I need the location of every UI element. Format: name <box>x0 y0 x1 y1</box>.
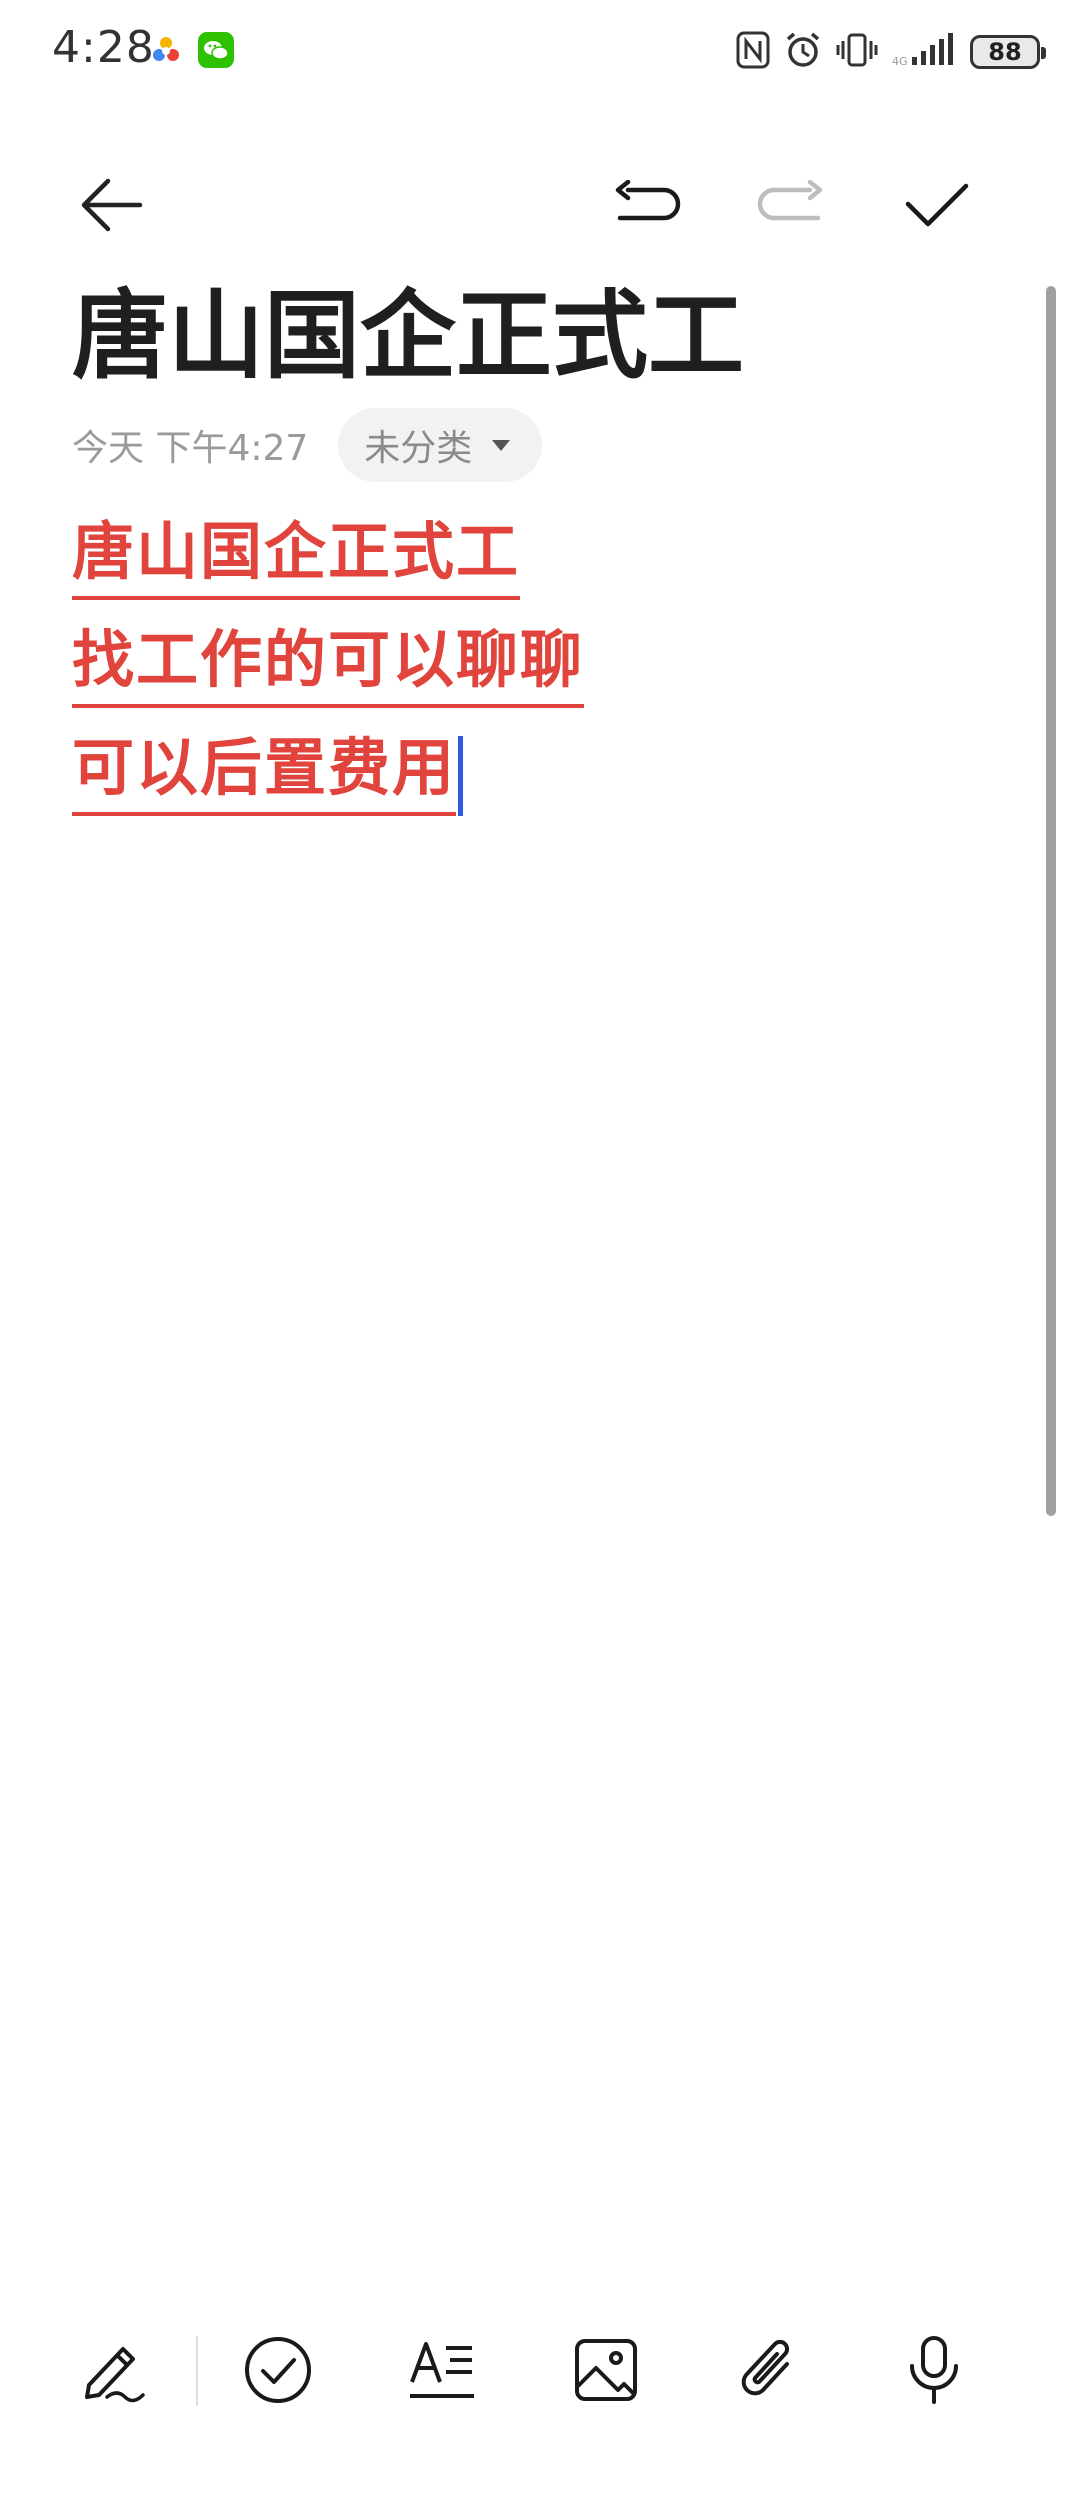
text-format-button[interactable] <box>392 2320 492 2420</box>
done-button[interactable] <box>892 160 982 250</box>
signal-icon: 4G <box>892 31 956 73</box>
status-time: 4:28 <box>52 22 155 73</box>
status-bar: 4:28 4G 88 <box>0 0 1080 110</box>
attachment-icon <box>741 2339 790 2396</box>
note-title[interactable]: 唐山国企正式工 <box>72 276 744 396</box>
alarm-icon <box>784 31 822 73</box>
insert-image-button[interactable] <box>556 2320 656 2420</box>
note-date: 今天 下午4:27 <box>72 428 309 469</box>
body-line-text: 可以后置费用 <box>72 726 457 816</box>
redo-icon <box>757 180 823 221</box>
attachment-button[interactable] <box>720 2320 820 2420</box>
wechat-icon <box>198 32 234 72</box>
battery-indicator: 88 <box>970 35 1046 69</box>
body-line-text: 找工作的可以聊聊 <box>72 618 585 708</box>
text-cursor <box>458 736 464 816</box>
editor-toolbar <box>0 150 1080 260</box>
undo-button[interactable] <box>602 160 692 250</box>
body-line: 可以后置费用 <box>72 726 972 834</box>
checklist-icon <box>245 2337 311 2403</box>
app-notification-icon <box>150 34 182 70</box>
status-right-group: 4G 88 <box>736 28 1046 76</box>
svg-text:4G: 4G <box>892 55 908 68</box>
checklist-button[interactable] <box>228 2320 328 2420</box>
chevron-down-icon <box>492 440 511 451</box>
handwriting-button[interactable] <box>62 2320 162 2420</box>
text-format-icon <box>410 2342 474 2398</box>
category-label: 未分类 <box>364 428 473 469</box>
check-icon <box>905 183 969 227</box>
redo-button[interactable] <box>746 160 836 250</box>
toolbar-divider <box>196 2336 198 2406</box>
scrollbar[interactable] <box>1046 286 1056 1516</box>
note-meta: 今天 下午4:27 未分类 <box>72 408 543 482</box>
vibrate-icon <box>836 31 878 73</box>
handwriting-icon <box>85 2347 145 2403</box>
image-icon <box>575 2339 637 2401</box>
body-line: 唐山国企正式工 <box>72 510 972 618</box>
body-line-text: 唐山国企正式工 <box>72 510 521 600</box>
back-button[interactable] <box>66 160 156 250</box>
nfc-icon <box>736 31 770 73</box>
category-dropdown[interactable]: 未分类 <box>338 408 543 482</box>
bottom-toolbar <box>0 2300 1080 2440</box>
note-body[interactable]: 唐山国企正式工 找工作的可以聊聊 可以后置费用 <box>72 510 972 834</box>
back-arrow-icon <box>81 178 143 232</box>
undo-icon <box>615 180 681 221</box>
body-line: 找工作的可以聊聊 <box>72 618 972 726</box>
microphone-icon <box>910 2336 958 2404</box>
voice-input-button[interactable] <box>884 2320 984 2420</box>
